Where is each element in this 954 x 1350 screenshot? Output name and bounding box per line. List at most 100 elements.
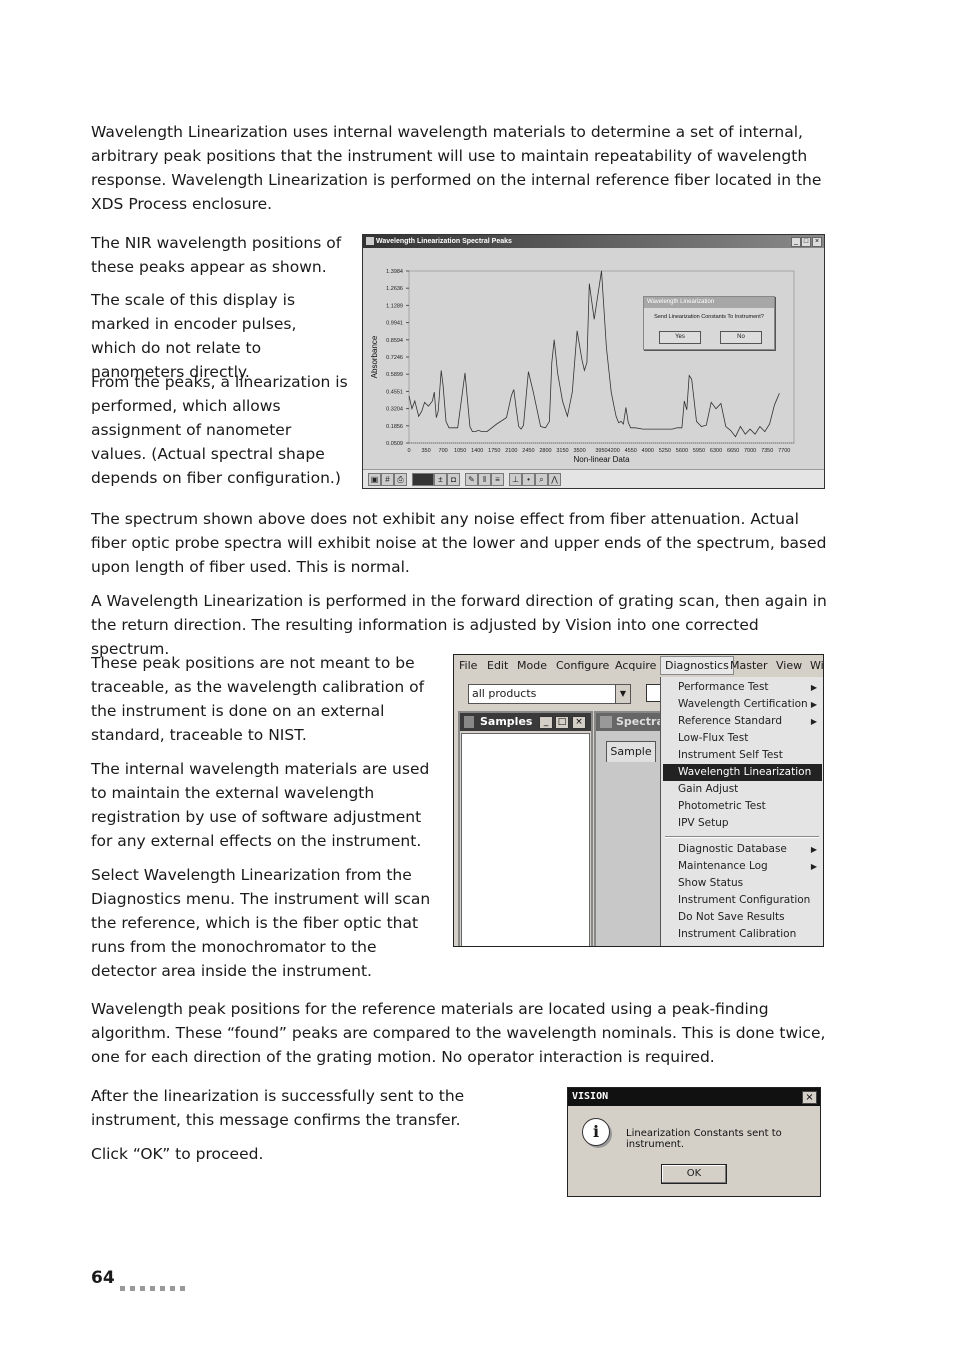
chart-app-icon — [366, 237, 374, 245]
menu-item-label: Gain Adjust — [678, 783, 739, 795]
product-combo[interactable]: all products ▼ — [468, 684, 631, 704]
marker-icon[interactable]: • — [522, 473, 535, 486]
menu-mode[interactable]: Mode — [517, 659, 547, 672]
plusminus-icon[interactable]: ± — [434, 473, 447, 486]
x-tick-label: 7700 — [778, 448, 790, 454]
close-button[interactable]: × — [812, 237, 822, 247]
menu-item-label: Diagnostic Database — [678, 843, 787, 855]
samples-maximize-button[interactable]: □ — [555, 716, 569, 729]
menu-item-label: Maintenance Log — [678, 860, 768, 872]
peak-icon[interactable]: ⋀ — [548, 473, 561, 486]
y-tick-label: 0.5899 — [386, 372, 403, 378]
menu-item-low-flux-test[interactable]: Low-Flux Test — [661, 730, 821, 747]
samples-minimize-button[interactable]: _ — [539, 716, 553, 729]
y-tick-label: 1.1289 — [386, 303, 403, 309]
vision-menu-window: File Edit Mode Configure Acquire Diagnos… — [453, 654, 824, 947]
menu-item-label: Low-Flux Test — [678, 732, 749, 744]
menu-window[interactable]: Wi — [810, 659, 823, 672]
new-document-icon[interactable] — [646, 684, 661, 702]
samples-close-button[interactable]: × — [572, 716, 586, 729]
camera-icon[interactable]: ▣ — [368, 473, 381, 486]
menu-item-diagnostic-database[interactable]: Diagnostic Database ▶ — [661, 841, 821, 858]
print-icon[interactable]: ⎙ — [394, 473, 407, 486]
x-tick-label: 3950 — [595, 448, 607, 454]
vision-dialog-title: VISION — [572, 1091, 609, 1102]
menu-view[interactable]: View — [776, 659, 802, 672]
menu-edit[interactable]: Edit — [487, 659, 508, 672]
close-button[interactable]: × — [802, 1091, 817, 1104]
y-tick-label: 0.8594 — [386, 338, 403, 344]
y-axis-label: Absorbance — [370, 335, 379, 378]
menu-item-instrument-self-test[interactable]: Instrument Self Test — [661, 747, 821, 764]
axis-icon[interactable]: ⊥ — [509, 473, 522, 486]
vertical-lines-icon[interactable]: ‖ — [478, 473, 491, 486]
menu-configure[interactable]: Configure — [556, 659, 609, 672]
ok-button[interactable]: OK — [661, 1164, 727, 1184]
chevron-down-icon[interactable]: ▼ — [615, 685, 630, 703]
x-tick-label: 2450 — [522, 448, 534, 454]
spectrum-chart: 1.3984 1.2636 1.1289 0.9941 0.8594 0.7246 0.58… — [370, 269, 795, 464]
menu-item-do-not-save-results[interactable]: Do Not Save Results — [661, 909, 821, 926]
vision-dialog: VISION × i Linearization Constants sent … — [567, 1087, 821, 1197]
x-tick-label: 2800 — [539, 448, 551, 454]
menu-separator — [665, 836, 819, 838]
menu-item-wavelength-linearization[interactable]: Wavelength Linearization — [663, 764, 822, 781]
menu-item-maintenance-log[interactable]: Maintenance Log ▶ — [661, 858, 821, 875]
submenu-arrow-icon: ▶ — [810, 717, 817, 726]
select-paragraph: Select Wavelength Linearization from the… — [91, 866, 431, 980]
x-tick-label: 3150 — [556, 448, 568, 454]
submenu-arrow-icon: ▶ — [810, 845, 817, 854]
menu-acquire[interactable]: Acquire — [615, 659, 656, 672]
menu-item-reference-standard[interactable]: Reference Standard ▶ — [661, 713, 821, 730]
menu-item-performance-test[interactable]: Performance Test ▶ — [661, 679, 821, 696]
x-tick-label: 1750 — [488, 448, 500, 454]
intro-paragraph: Wavelength Linearization uses internal w… — [91, 123, 822, 213]
y-tick-label: 1.3984 — [386, 269, 403, 275]
yes-button[interactable]: Yes — [659, 331, 701, 344]
menu-diagnostics[interactable]: Diagnostics — [660, 656, 734, 675]
submenu-arrow-icon: ▶ — [810, 683, 817, 692]
menu-item-instrument-configuration[interactable]: Instrument Configuration — [661, 892, 821, 909]
menu-item-label: Wavelength Linearization — [678, 766, 812, 778]
maximize-button[interactable]: □ — [801, 237, 811, 247]
menu-item-ipv-setup[interactable]: IPV Setup — [661, 815, 821, 832]
pen-icon[interactable]: ✎ — [465, 473, 478, 486]
y-tick-label: 0.1856 — [386, 424, 403, 430]
search-icon[interactable]: ⌕ — [535, 473, 548, 486]
color-swatch-icon[interactable] — [412, 473, 434, 486]
menu-item-instrument-calibration[interactable]: Instrument Calibration — [661, 926, 821, 943]
spectral-window-titlebar: Wavelength Linearization Spectral Peaks … — [363, 235, 824, 248]
horizontal-lines-icon[interactable]: ≡ — [491, 473, 504, 486]
menu-item-gain-adjust[interactable]: Gain Adjust — [661, 781, 821, 798]
product-combo-value: all products — [472, 687, 537, 700]
zoom-page-icon[interactable]: ◘ — [447, 473, 460, 486]
menu-bar: File Edit Mode Configure Acquire Diagnos… — [454, 655, 823, 677]
menu-master[interactable]: Master — [730, 659, 768, 672]
page-number: 64 — [91, 1268, 115, 1288]
samples-list[interactable] — [461, 733, 590, 946]
send-dialog-message: Send Linearization Constants To Instrume… — [654, 314, 764, 320]
y-tick-label: 0.9941 — [386, 321, 403, 327]
after-paragraph: After the linearization is successfully … — [91, 1087, 465, 1129]
menu-item-label: Instrument Self Test — [678, 749, 783, 761]
tab-sample[interactable]: Sample — [606, 741, 656, 762]
y-tick-label: 0.7246 — [386, 355, 403, 361]
menu-item-photometric-test[interactable]: Photometric Test — [661, 798, 821, 815]
menu-item-wavelength-certification[interactable]: Wavelength Certification ▶ — [661, 696, 821, 713]
x-tick-label: 4550 — [625, 448, 637, 454]
nir-positions-paragraph: The NIR wavelength positions of these pe… — [91, 234, 342, 276]
page-dots-decoration — [120, 1276, 190, 1295]
info-icon: i — [582, 1118, 610, 1146]
minimize-button[interactable]: _ — [791, 237, 801, 247]
menu-item-label: Performance Test — [678, 681, 769, 693]
no-button[interactable]: No — [720, 331, 762, 344]
menu-file[interactable]: File — [459, 659, 477, 672]
diagnostics-menu: Performance Test ▶ Wavelength Certificatio… — [660, 677, 823, 946]
grid-icon[interactable]: # — [381, 473, 394, 486]
x-tick-label: 1050 — [454, 448, 466, 454]
menu-item-show-status[interactable]: Show Status — [661, 875, 821, 892]
menu-item-label: Do Not Save Results — [678, 911, 785, 923]
x-tick-label: 700 — [439, 448, 448, 454]
send-constants-dialog: Wavelength Linearization Send Linearizat… — [643, 296, 775, 350]
from-peaks-paragraph: From the peaks, a linearization is perfo… — [91, 373, 348, 487]
